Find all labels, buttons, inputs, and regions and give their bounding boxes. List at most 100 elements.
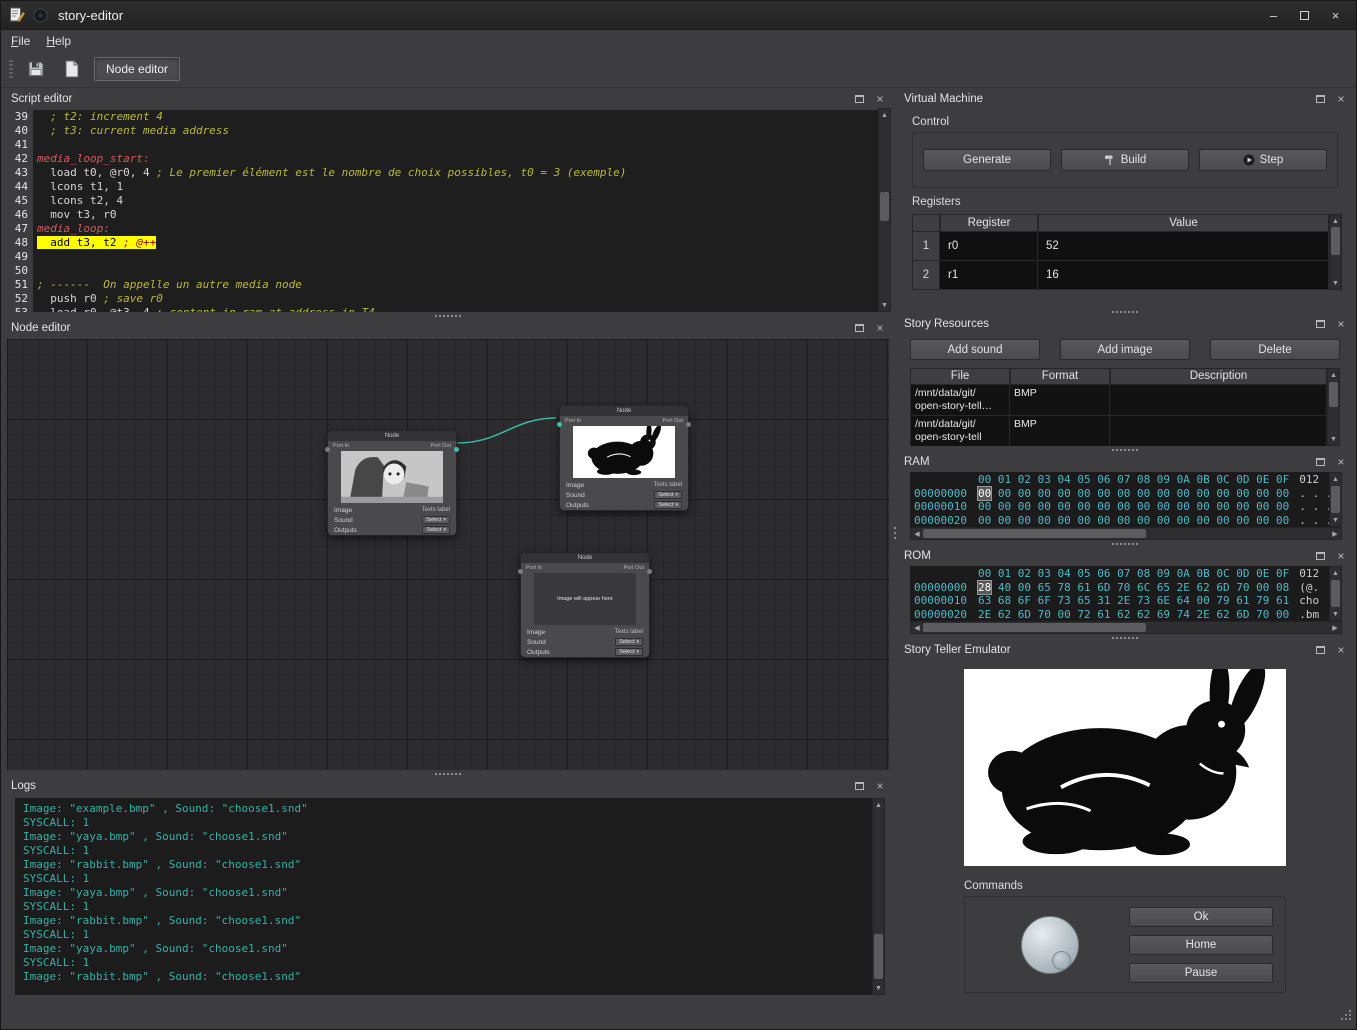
- add-sound-button[interactable]: Add sound: [910, 339, 1040, 360]
- sound-select[interactable]: Select▾: [654, 491, 682, 499]
- hex-row[interactable]: 0000002000 00 00 00 00 00 00 00 00 00 00…: [914, 514, 1329, 528]
- toolbar-drag-handle[interactable]: [9, 60, 13, 78]
- hex-byte[interactable]: 00: [978, 514, 991, 527]
- hex-row[interactable]: 0000000000 00 00 00 00 00 00 00 00 00 00…: [914, 487, 1329, 501]
- scroll-up-icon[interactable]: ▲: [1328, 369, 1339, 381]
- hex-row[interactable]: 000000202E 62 6D 70 00 72 61 62 62 69 74…: [914, 608, 1329, 622]
- close-window-button[interactable]: ×: [1323, 6, 1348, 25]
- new-file-button[interactable]: [58, 56, 85, 83]
- menu-help[interactable]: Help: [46, 34, 71, 48]
- hex-row[interactable]: 0000000028 40 00 65 78 61 6D 70 6C 65 2E…: [914, 581, 1329, 595]
- float-panel-button[interactable]: [1313, 92, 1327, 106]
- scroll-up-icon[interactable]: ▲: [1330, 473, 1341, 485]
- scroll-thumb[interactable]: [880, 192, 889, 220]
- output-port[interactable]: [454, 447, 459, 452]
- scroll-down-icon[interactable]: ▼: [1330, 277, 1341, 289]
- resource-row[interactable]: /mnt/data/git/open-story-tell… BMP: [910, 385, 1327, 416]
- ok-button[interactable]: Ok: [1129, 907, 1273, 927]
- rom-vscrollbar[interactable]: ▲ ▼: [1329, 566, 1342, 621]
- node-title[interactable]: Node: [560, 406, 688, 416]
- resources-vscrollbar[interactable]: ▲ ▼: [1327, 368, 1340, 446]
- hex-byte[interactable]: 63: [978, 594, 991, 607]
- float-panel-button[interactable]: [1313, 549, 1327, 563]
- scroll-up-icon[interactable]: ▲: [873, 799, 884, 811]
- sound-select[interactable]: Select▾: [422, 516, 450, 524]
- splitter-handle[interactable]: [5, 312, 891, 319]
- outputs-select[interactable]: Select▾: [615, 648, 643, 656]
- close-panel-button[interactable]: ×: [1334, 455, 1348, 469]
- scroll-thumb[interactable]: [923, 623, 1146, 632]
- scroll-track[interactable]: [1330, 579, 1341, 608]
- pause-button[interactable]: Pause: [1129, 963, 1273, 983]
- scroll-down-icon[interactable]: ▼: [1330, 608, 1341, 620]
- scroll-left-icon[interactable]: ◀: [911, 528, 923, 539]
- scroll-up-icon[interactable]: ▲: [1330, 567, 1341, 579]
- sound-select[interactable]: Select▾: [615, 638, 643, 646]
- save-button[interactable]: [22, 56, 49, 83]
- scroll-thumb[interactable]: [874, 934, 883, 978]
- scroll-track[interactable]: [1330, 227, 1341, 277]
- close-panel-button[interactable]: ×: [873, 92, 887, 106]
- scroll-down-icon[interactable]: ▼: [873, 982, 884, 994]
- column-splitter[interactable]: [891, 90, 898, 1001]
- hex-byte[interactable]: 28: [978, 581, 991, 594]
- scroll-track[interactable]: [879, 121, 890, 299]
- media-node-1[interactable]: Node Port In Port Out: [327, 430, 457, 536]
- rom-hex-view[interactable]: 00 01 02 03 04 05 06 07 08 09 0A 0B 0C 0…: [910, 566, 1329, 621]
- home-button[interactable]: Home: [1129, 935, 1273, 955]
- close-panel-button[interactable]: ×: [1334, 643, 1348, 657]
- input-port[interactable]: [557, 422, 562, 427]
- float-panel-button[interactable]: [1313, 317, 1327, 331]
- float-panel-button[interactable]: [1313, 643, 1327, 657]
- media-node-2[interactable]: Node Port In Port Out: [559, 405, 689, 511]
- ram-vscrollbar[interactable]: ▲ ▼: [1329, 472, 1342, 527]
- hex-byte[interactable]: 00: [978, 500, 991, 513]
- scroll-track[interactable]: [1328, 381, 1339, 433]
- splitter-handle[interactable]: [898, 308, 1352, 315]
- resource-row[interactable]: /mnt/data/git/open-story-tell BMP: [910, 416, 1327, 446]
- minimize-button[interactable]: –: [1261, 6, 1286, 25]
- output-port[interactable]: [686, 422, 691, 427]
- scroll-track[interactable]: [923, 528, 1329, 539]
- scroll-track[interactable]: [873, 811, 884, 982]
- menu-file[interactable]: File: [11, 34, 30, 48]
- output-port[interactable]: [647, 569, 652, 574]
- ram-hex-view[interactable]: 00 01 02 03 04 05 06 07 08 09 0A 0B 0C 0…: [910, 472, 1329, 527]
- register-column-header[interactable]: Register: [940, 214, 1038, 232]
- build-button[interactable]: Build: [1061, 149, 1189, 171]
- file-column-header[interactable]: File: [910, 368, 1010, 385]
- step-button[interactable]: Step: [1199, 149, 1327, 171]
- close-panel-button[interactable]: ×: [1334, 317, 1348, 331]
- hex-byte[interactable]: 2E: [978, 608, 991, 621]
- scroll-down-icon[interactable]: ▼: [1328, 433, 1339, 445]
- close-panel-button[interactable]: ×: [1334, 92, 1348, 106]
- node-canvas[interactable]: Node Port In Port Out: [7, 339, 889, 770]
- add-image-button[interactable]: Add image: [1060, 339, 1190, 360]
- close-panel-button[interactable]: ×: [873, 321, 887, 335]
- float-panel-button[interactable]: [852, 321, 866, 335]
- scroll-thumb[interactable]: [1331, 580, 1340, 607]
- registers-vscrollbar[interactable]: ▲ ▼: [1329, 214, 1342, 290]
- outputs-select[interactable]: Select▾: [422, 526, 450, 534]
- register-row[interactable]: 2 r1 16: [912, 261, 1329, 290]
- description-column-header[interactable]: Description: [1110, 368, 1327, 385]
- format-column-header[interactable]: Format: [1010, 368, 1110, 385]
- register-row[interactable]: 1 r0 52: [912, 232, 1329, 261]
- scroll-down-icon[interactable]: ▼: [879, 299, 890, 311]
- script-vscrollbar[interactable]: ▲ ▼: [878, 108, 891, 312]
- float-panel-button[interactable]: [852, 92, 866, 106]
- splitter-handle[interactable]: [898, 634, 1352, 641]
- node-title[interactable]: Node: [521, 553, 649, 563]
- node-editor-toggle-button[interactable]: Node editor: [94, 57, 180, 81]
- generate-button[interactable]: Generate: [923, 149, 1051, 171]
- value-column-header[interactable]: Value: [1038, 214, 1329, 232]
- script-code-area[interactable]: 39 ; t2: increment 4 40 ; t3: current me…: [7, 108, 878, 312]
- scroll-thumb[interactable]: [923, 529, 1146, 538]
- float-panel-button[interactable]: [852, 779, 866, 793]
- scroll-track[interactable]: [923, 622, 1329, 633]
- maximize-button[interactable]: [1292, 6, 1317, 25]
- close-panel-button[interactable]: ×: [1334, 549, 1348, 563]
- media-node-3[interactable]: Node Port In Port Out Image will appear …: [520, 552, 650, 658]
- input-port[interactable]: [518, 569, 523, 574]
- scroll-thumb[interactable]: [1331, 486, 1340, 513]
